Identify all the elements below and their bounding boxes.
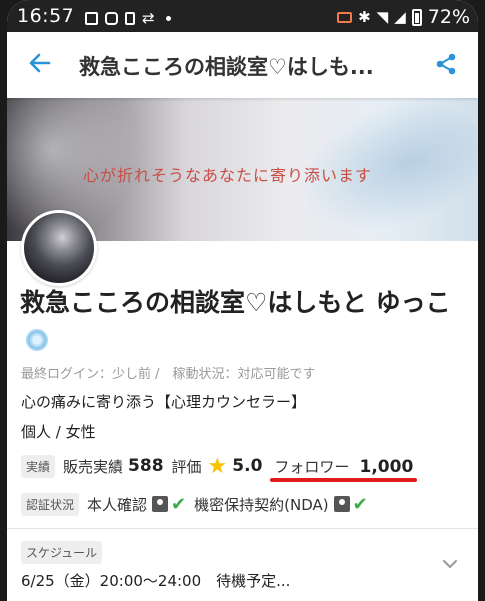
sim-notification-icon	[125, 11, 135, 25]
schedule-text[interactable]: 6/25（金）20:00～24:00 待機予定...	[21, 570, 290, 591]
avatar[interactable]	[21, 210, 97, 286]
back-arrow-svg	[29, 53, 51, 73]
notification-icons: ⇄	[85, 9, 171, 27]
section-divider	[7, 528, 478, 529]
app-bar: 救急こころの相談室♡はしも...	[7, 32, 478, 98]
verification-row: 認証状況 本人確認 ✔ 機密保持契約(NDA) ✔	[21, 491, 368, 517]
follower-value: 1,000	[359, 456, 414, 477]
nda-label: 機密保持契約(NDA)	[194, 495, 329, 514]
chevron-down-icon[interactable]	[440, 554, 460, 574]
bluetooth-icon: ✱	[358, 8, 371, 26]
schedule-tag: スケジュール	[21, 541, 103, 564]
battery-icon	[411, 8, 422, 26]
profile-name: 救急こころの相談室♡はしもと ゆっこ	[20, 283, 470, 361]
sales-value: 588	[128, 456, 164, 476]
share-svg	[436, 53, 456, 75]
id-card-icon	[152, 496, 169, 512]
stats-row: 実績 販売実績 588 評価 ★ 5.0 フォロワー 1,000	[21, 453, 418, 482]
chevron-down-svg	[443, 560, 457, 569]
rating-label: 評価	[171, 457, 202, 476]
nda-check-icon: ✔	[352, 493, 368, 515]
wifi-icon: ◥	[376, 8, 389, 26]
catchphrase: 心の痛みに寄り添う【心理カウンセラー】	[21, 393, 307, 411]
phone-screen: 16:57 ⇄ ✱ ◥ ◢ 72% 救急こころの相談室♡はしも... 心が折れそ…	[7, 0, 478, 601]
status-time: 16:57	[17, 5, 75, 27]
status-bar: 16:57 ⇄ ✱ ◥ ◢ 72%	[7, 0, 478, 32]
login-status: 最終ログイン：少し前 / 稼動状況：対応可能です	[21, 367, 316, 382]
type-gender: 個人 / 女性	[21, 423, 96, 441]
rank-badge-icon[interactable]	[26, 329, 48, 351]
sync-notification-icon: ⇄	[142, 9, 155, 27]
page-title: 救急こころの相談室♡はしも...	[79, 55, 374, 79]
cast-icon	[337, 11, 353, 23]
identity-check-icon: ✔	[171, 493, 187, 515]
image-notification-icon	[85, 11, 98, 25]
identity-label: 本人確認	[87, 495, 148, 514]
verification-tag: 認証状況	[21, 492, 80, 516]
star-icon: ★	[207, 453, 228, 479]
follower-underline	[270, 477, 418, 482]
app-notification-icon	[105, 11, 118, 25]
system-icons: ✱ ◥ ◢ 72%	[337, 6, 470, 28]
achievements-tag: 実績	[21, 454, 56, 478]
sales-label: 販売実績	[63, 457, 124, 476]
more-notifications-dot	[165, 15, 171, 21]
back-arrow-icon[interactable]	[27, 50, 55, 78]
battery-percent: 72%	[427, 6, 470, 28]
banner-text: 心が折れそうなあなたに寄り添います	[83, 166, 373, 185]
lock-icon	[333, 496, 350, 512]
follower-link[interactable]: フォロワー 1,000	[270, 456, 418, 482]
profile-name-text: 救急こころの相談室♡はしもと ゆっこ	[20, 288, 451, 317]
rating-value: 5.0	[232, 456, 263, 476]
share-icon[interactable]	[434, 52, 458, 76]
signal-icon: ◢	[394, 8, 406, 26]
follower-label: フォロワー	[274, 457, 350, 476]
